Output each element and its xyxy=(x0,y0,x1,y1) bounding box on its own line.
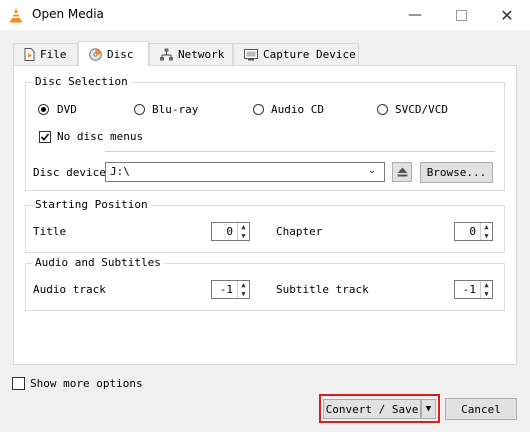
minimize-icon: — xyxy=(408,7,422,23)
chapter-value: 0 xyxy=(469,225,476,238)
radio-svcd-vcd[interactable] xyxy=(377,104,388,115)
disc-icon xyxy=(89,47,102,61)
vlc-cone-icon xyxy=(10,8,22,23)
radio-bluray[interactable] xyxy=(134,104,145,115)
subtitle-track-spinbox[interactable]: -1 ▲ ▼ xyxy=(454,280,493,299)
convert-dropdown-button[interactable]: ▼ xyxy=(421,399,436,419)
tab-file-label: File xyxy=(40,48,67,61)
radio-svcd-vcd-label: SVCD/VCD xyxy=(395,103,448,116)
spin-arrows-icon[interactable]: ▲ ▼ xyxy=(480,223,492,240)
radio-audio-cd-label: Audio CD xyxy=(271,103,324,116)
separator xyxy=(105,151,495,152)
starting-position-title: Starting Position xyxy=(32,198,151,211)
browse-button[interactable]: Browse... xyxy=(420,162,493,183)
radio-audio-cd[interactable] xyxy=(253,104,264,115)
chapter-label: Chapter xyxy=(276,225,323,238)
radio-dvd-label: DVD xyxy=(57,103,77,116)
title-value: 0 xyxy=(226,225,233,238)
chevron-down-icon: ⌄ xyxy=(368,165,377,176)
network-icon xyxy=(160,48,173,61)
audio-track-label: Audio track xyxy=(33,283,106,296)
radio-bluray-label: Blu-ray xyxy=(152,103,199,116)
no-disc-menus-checkbox[interactable] xyxy=(39,131,51,143)
window-title: Open Media xyxy=(32,7,104,21)
radio-dvd[interactable] xyxy=(38,104,49,115)
show-more-options-checkbox[interactable] xyxy=(12,377,25,390)
tab-disc[interactable]: Disc xyxy=(78,41,149,66)
close-icon: ✕ xyxy=(500,5,514,25)
title-spinbox[interactable]: 0 ▲ ▼ xyxy=(211,222,250,241)
eject-icon xyxy=(397,167,407,177)
disc-device-label: Disc device xyxy=(33,166,106,179)
subtitle-track-label: Subtitle track xyxy=(276,283,369,296)
capture-device-icon xyxy=(244,48,258,60)
file-icon xyxy=(24,48,35,61)
audio-subtitles-title: Audio and Subtitles xyxy=(32,256,164,269)
tab-network-label: Network xyxy=(178,48,225,61)
minimize-button[interactable]: — xyxy=(392,0,438,30)
spin-arrows-icon[interactable]: ▲ ▼ xyxy=(237,223,249,240)
disc-device-combo[interactable] xyxy=(105,162,385,182)
show-more-options-label: Show more options xyxy=(30,377,143,390)
spin-arrows-icon[interactable]: ▲ ▼ xyxy=(480,281,492,298)
tab-capture-device[interactable]: Capture Device xyxy=(233,43,359,65)
cancel-button[interactable]: Cancel xyxy=(445,398,517,420)
checkmark-icon xyxy=(40,133,50,141)
tab-disc-label: Disc xyxy=(107,47,134,61)
eject-button[interactable] xyxy=(392,162,412,182)
spin-arrows-icon[interactable]: ▲ ▼ xyxy=(237,281,249,298)
caret-down-icon: ▼ xyxy=(425,404,432,414)
audio-track-spinbox[interactable]: -1 ▲ ▼ xyxy=(211,280,250,299)
maximize-button[interactable] xyxy=(438,0,484,30)
no-disc-menus-label: No disc menus xyxy=(57,130,144,143)
audio-track-value: -1 xyxy=(219,283,233,296)
starting-position-group: Starting Position xyxy=(25,198,505,253)
disc-selection-title: Disc Selection xyxy=(32,75,131,88)
close-button[interactable]: ✕ xyxy=(484,0,530,30)
chapter-spinbox[interactable]: 0 ▲ ▼ xyxy=(454,222,493,241)
tab-network[interactable]: Network xyxy=(149,43,233,65)
subtitle-track-value: -1 xyxy=(462,283,476,296)
disc-device-value: J:\ xyxy=(110,165,130,178)
tab-capture-device-label: Capture Device xyxy=(263,48,356,61)
tab-file[interactable]: File xyxy=(13,43,78,65)
title-label: Title xyxy=(33,225,67,238)
maximize-icon xyxy=(455,9,467,21)
convert-save-button[interactable]: Convert / Save xyxy=(323,399,421,419)
